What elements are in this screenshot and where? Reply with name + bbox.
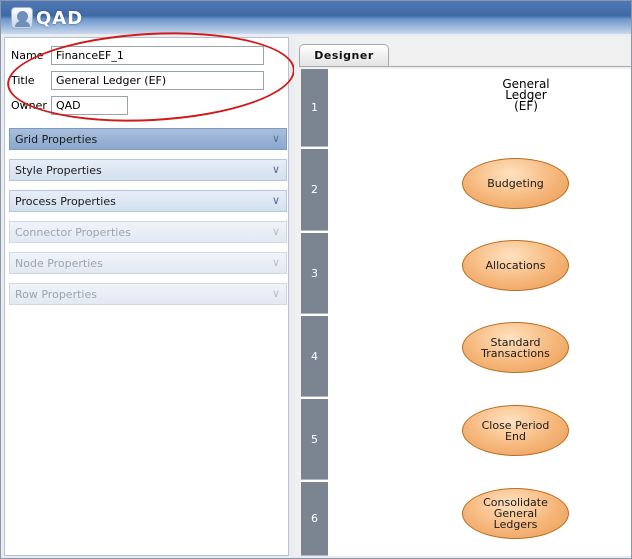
node-budgeting[interactable]: Budgeting <box>462 158 569 209</box>
row-header-2[interactable]: 2 <box>301 149 328 231</box>
designer-panel: Designer 1 2 3 4 5 6 General Ledger (EF)… <box>294 37 631 556</box>
designer-canvas[interactable]: 1 2 3 4 5 6 General Ledger (EF) Budgetin… <box>301 69 631 556</box>
node-label: End <box>505 429 526 443</box>
process-title-line: (EF) <box>514 99 538 113</box>
node-label: Transactions <box>481 346 550 360</box>
title-bar: QAD <box>1 1 631 34</box>
title-input[interactable]: General Ledger (EF) <box>51 70 264 90</box>
row-header-4[interactable]: 4 <box>301 316 328 397</box>
owner-field-row: Owner QAD <box>11 95 128 115</box>
chevron-down-icon: ∨ <box>271 132 280 145</box>
chevron-down-icon: ∨ <box>271 225 280 238</box>
chevron-down-icon: ∨ <box>271 194 280 207</box>
logo-text: QAD <box>36 7 84 29</box>
row-properties-header: Row Properties ∨ <box>9 283 287 305</box>
owner-input[interactable]: QAD <box>51 95 128 115</box>
chevron-down-icon: ∨ <box>271 287 280 300</box>
style-properties-header[interactable]: Style Properties ∨ <box>9 159 287 181</box>
app-window: QAD Name FinanceEF_1 Title General Ledge… <box>0 0 632 559</box>
style-properties-label: Style Properties <box>15 163 102 177</box>
grid-properties-label: Grid Properties <box>15 132 98 146</box>
process-properties-label: Process Properties <box>15 194 116 208</box>
name-field-row: Name FinanceEF_1 <box>11 45 264 65</box>
qad-logo: QAD <box>11 7 83 29</box>
node-label: Allocations <box>485 259 546 272</box>
grid-properties-header[interactable]: Grid Properties ∨ <box>9 128 287 150</box>
title-label: Title <box>11 73 35 87</box>
node-label: Ledgers <box>493 518 538 531</box>
node-label: Standard <box>490 335 541 349</box>
owner-label: Owner <box>11 98 47 112</box>
node-consolidate-general-ledgers[interactable]: Consolidate General Ledgers <box>462 488 569 539</box>
tab-designer[interactable]: Designer <box>299 44 389 66</box>
node-label: Budgeting <box>487 177 544 190</box>
node-properties-header: Node Properties ∨ <box>9 252 287 274</box>
node-allocations[interactable]: Allocations <box>462 240 569 291</box>
user-logo-icon <box>11 7 33 29</box>
name-label: Name <box>11 48 44 62</box>
node-properties-label: Node Properties <box>15 256 103 270</box>
node-standard-transactions[interactable]: Standard Transactions <box>462 322 569 373</box>
properties-panel: Name FinanceEF_1 Title General Ledger (E… <box>4 25 298 556</box>
process-title: General Ledger (EF) <box>471 78 581 113</box>
node-label: Close Period <box>481 418 550 432</box>
process-properties-header[interactable]: Process Properties ∨ <box>9 190 287 212</box>
row-header-1[interactable]: 1 <box>301 69 328 147</box>
row-properties-label: Row Properties <box>15 287 97 301</box>
connector-properties-label: Connector Properties <box>15 225 131 239</box>
title-field-row: Title General Ledger (EF) <box>11 70 264 90</box>
row-header-5[interactable]: 5 <box>301 399 328 480</box>
chevron-down-icon: ∨ <box>271 256 280 269</box>
connector-properties-header: Connector Properties ∨ <box>9 221 287 243</box>
name-input[interactable]: FinanceEF_1 <box>51 45 264 65</box>
tab-divider <box>299 66 631 67</box>
row-header-6[interactable]: 6 <box>301 482 328 556</box>
chevron-down-icon: ∨ <box>271 163 280 176</box>
row-header-3[interactable]: 3 <box>301 233 328 314</box>
node-close-period-end[interactable]: Close Period End <box>462 405 569 456</box>
